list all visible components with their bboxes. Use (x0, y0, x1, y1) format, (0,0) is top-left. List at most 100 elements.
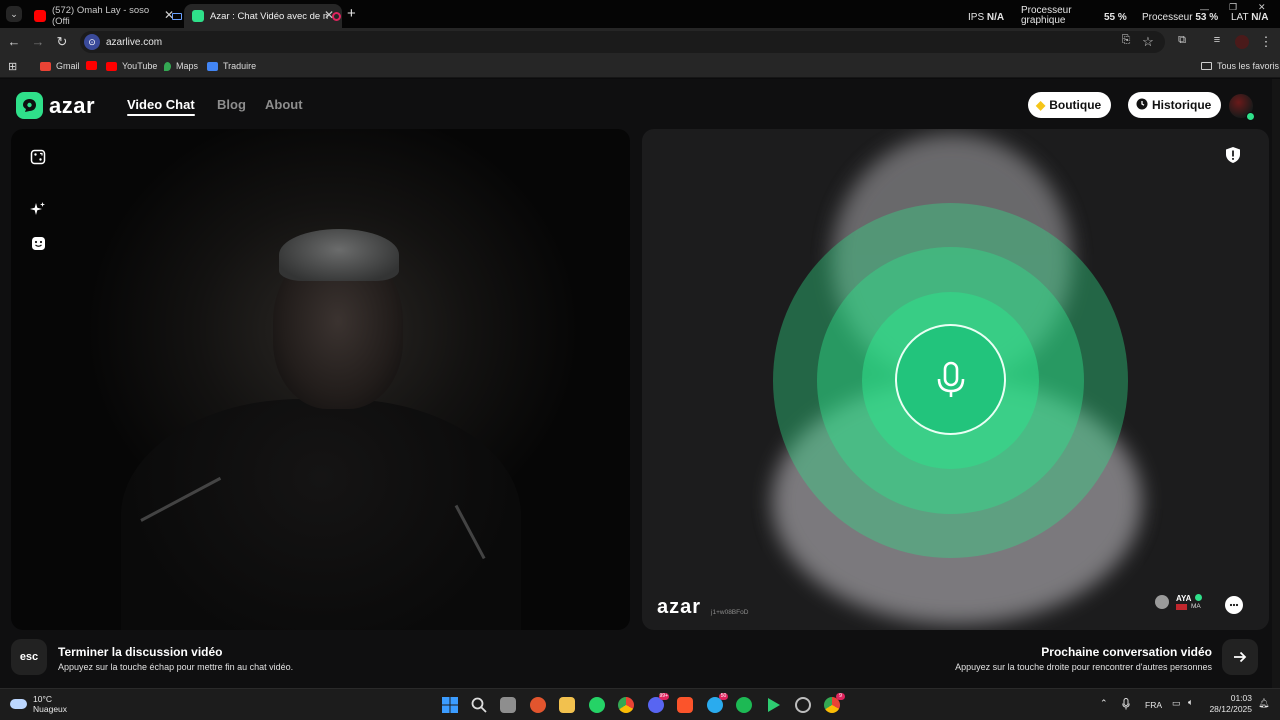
peer-video-feed: azar j1+w08BFoD AYA MA (642, 129, 1269, 630)
search-icon[interactable] (471, 697, 487, 713)
restore-icon[interactable]: ❐ (1229, 2, 1237, 13)
shop-button[interactable]: ◆ Boutique (1028, 92, 1112, 118)
url-text[interactable]: azarlive.com (106, 37, 162, 48)
discord-icon[interactable]: 99+ (648, 693, 669, 713)
bookmark-translate[interactable]: Traduire (207, 61, 256, 71)
tab-azar[interactable]: Azar : Chat Vidéo avec de n ✕ (184, 4, 342, 28)
chat-button[interactable] (1225, 596, 1243, 614)
weather-desc: Nuageux (33, 704, 68, 714)
azar-logo[interactable]: azar (16, 92, 95, 119)
peer-info[interactable]: AYA MA (1155, 594, 1203, 610)
nav-blog[interactable]: Blog (217, 97, 246, 112)
profile-avatar[interactable] (1235, 35, 1249, 49)
tab-youtube[interactable]: (572) Omah Lay - soso (Offi ✕ (26, 4, 182, 28)
weather-temp: 10°C (33, 694, 52, 704)
notifications-icon[interactable]: 🔔︎ (1258, 698, 1269, 709)
youtube-favicon-icon (34, 10, 46, 22)
history-button[interactable]: Historique (1128, 92, 1222, 118)
tray-overflow-icon[interactable]: ⌃ (1100, 698, 1108, 709)
bookmark-gmail[interactable]: Gmail (40, 61, 80, 71)
orange-app-icon[interactable] (530, 697, 546, 713)
youtube-icon (86, 61, 97, 70)
clock-icon (1136, 98, 1148, 113)
maps-icon (164, 61, 171, 71)
ips-stat: IPS N/A (968, 12, 1005, 23)
face-sticker-icon[interactable] (29, 234, 47, 252)
microphone-button[interactable] (895, 324, 1006, 435)
close-tab-icon[interactable]: ✕ (164, 8, 174, 22)
next-chat-title: Prochaine conversation vidéo (1041, 645, 1212, 659)
install-app-icon[interactable]: ⎘ (1118, 34, 1134, 47)
report-shield-icon[interactable] (1225, 146, 1241, 164)
nav-video-chat[interactable]: Video Chat (127, 97, 195, 116)
weather-widget[interactable]: 10°C Nuageux (10, 694, 67, 714)
azar-logo-text: azar (49, 92, 96, 118)
site-info-icon[interactable]: ⊙ (84, 34, 100, 50)
browser-menu-icon[interactable]: ⋮ (1258, 34, 1274, 50)
translate-icon (207, 61, 218, 71)
peer-name: AYA (1176, 594, 1192, 603)
user-avatar[interactable] (1229, 94, 1255, 121)
close-tab-icon[interactable]: ✕ (324, 8, 334, 22)
url-bar[interactable]: ⊙ azarlive.com (80, 31, 1165, 53)
azar-favicon-icon (192, 10, 204, 22)
youtube-icon (106, 61, 117, 71)
end-chat-hint: Appuyez sur la touche échap pour mettre … (58, 662, 294, 672)
mic-tray-icon[interactable] (1122, 698, 1130, 712)
page-scrollbar[interactable] (1272, 79, 1280, 688)
nav-about[interactable]: About (265, 97, 303, 112)
file-explorer-icon[interactable] (559, 697, 575, 713)
lat-stat: LAT N/A (1231, 12, 1269, 23)
end-chat-esc-button[interactable]: esc (11, 639, 47, 675)
bookmark-maps[interactable]: Maps (164, 61, 198, 71)
whatsapp-icon[interactable] (589, 697, 605, 713)
sparkle-effects-icon[interactable] (29, 200, 47, 218)
clock[interactable]: 01:03 28/12/2025 (1206, 693, 1252, 715)
azar-watermark: azar j1+w08BFoD (657, 596, 749, 618)
reload-icon[interactable]: ↻ (54, 34, 70, 50)
start-icon[interactable] (442, 697, 458, 713)
spotify-icon[interactable] (736, 697, 752, 713)
local-user-cap (279, 229, 399, 281)
volume-icon[interactable]: 🔈︎ (1188, 697, 1193, 708)
task-view-icon[interactable] (500, 697, 516, 713)
apps-grid-icon[interactable]: ⊞ (8, 60, 17, 73)
next-chat-button[interactable] (1222, 639, 1258, 675)
telegram-badge: 50 (719, 693, 728, 700)
local-video-feed (11, 129, 630, 630)
chrome-profile-icon[interactable]: 9 (824, 693, 845, 713)
azar-logo-icon (16, 92, 43, 119)
bookmark-star-icon[interactable]: ☆ (1140, 34, 1156, 50)
brave-icon[interactable] (677, 697, 693, 713)
bookmark-youtube-icon-only[interactable] (86, 61, 102, 70)
random-match-icon[interactable] (29, 148, 47, 166)
network-icon[interactable]: ▭ (1172, 698, 1181, 709)
azar-page: azar Video Chat Blog About ◆ Boutique Hi… (0, 79, 1280, 688)
clock-time: 01:03 (1230, 693, 1252, 703)
session-code: j1+w08BFoD (711, 609, 749, 616)
telegram-icon[interactable]: 50 (707, 693, 728, 713)
forward-icon[interactable]: → (30, 34, 46, 49)
media-control-icon[interactable]: ≡ (1209, 34, 1225, 46)
tab-search-button[interactable]: ⌄ (6, 6, 22, 22)
peer-country: MA (1191, 603, 1201, 610)
minimize-icon[interactable]: — (1200, 4, 1209, 14)
clock-date: 28/12/2025 (1209, 704, 1252, 714)
chrome-profile-badge: 9 (836, 693, 845, 700)
discord-badge: 99+ (658, 693, 669, 700)
gpu-stat: Processeur graphique (1021, 5, 1072, 26)
chrome-icon[interactable] (618, 697, 634, 713)
bookmark-youtube[interactable]: YouTube (106, 61, 157, 71)
chat-bubble-icon (1229, 603, 1239, 607)
language-indicator[interactable]: FRA (1145, 700, 1162, 710)
green-app-icon[interactable] (766, 697, 782, 713)
new-tab-button[interactable]: + (347, 5, 356, 22)
close-window-icon[interactable]: ✕ (1258, 2, 1266, 13)
gpu-value: 55 % (1104, 12, 1127, 23)
all-bookmarks[interactable]: Tous les favoris (1201, 61, 1279, 71)
online-status-dot (1246, 112, 1255, 121)
microphone-icon (937, 361, 964, 397)
ring-app-icon[interactable] (795, 697, 811, 713)
back-icon[interactable]: ← (6, 34, 22, 49)
extensions-icon[interactable]: ⧉ (1174, 34, 1190, 47)
